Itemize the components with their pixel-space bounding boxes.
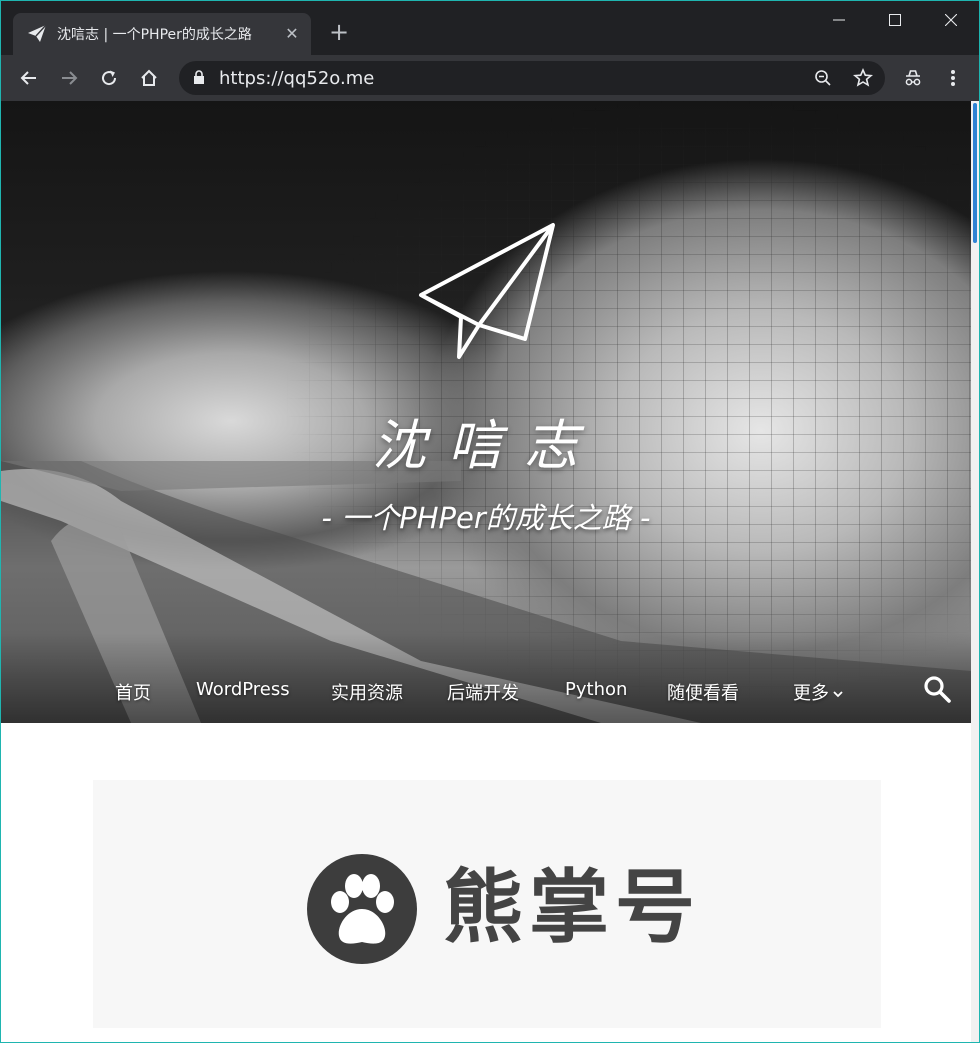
nav-item-backend[interactable]: 后端开发 <box>447 679 519 705</box>
forward-button[interactable] <box>53 62 85 94</box>
scrollbar-thumb[interactable] <box>973 103 977 243</box>
close-window-button[interactable] <box>923 5 979 35</box>
kebab-menu-icon <box>951 70 955 86</box>
maximize-button[interactable] <box>867 5 923 35</box>
reload-icon <box>102 70 117 86</box>
maximize-icon <box>889 14 901 26</box>
nav-item-more[interactable]: 更多 <box>793 679 843 705</box>
new-tab-button[interactable]: + <box>327 20 351 45</box>
nav-item-resources[interactable]: 实用资源 <box>331 679 403 705</box>
browser-toolbar: https://qq52o.me <box>1 55 979 101</box>
xiongzhanghao-banner[interactable]: 熊掌号 <box>93 780 881 1028</box>
paper-plane-logo-icon <box>419 223 555 359</box>
forward-arrow-icon <box>62 71 78 85</box>
zoom-out-icon[interactable] <box>811 66 835 90</box>
nav-item-home[interactable]: 首页 <box>115 679 151 705</box>
home-button[interactable] <box>133 62 165 94</box>
home-icon <box>141 69 157 86</box>
menu-button[interactable] <box>937 62 969 94</box>
close-icon <box>945 14 957 26</box>
nav-item-wordpress[interactable]: WordPress <box>196 679 290 700</box>
url-text[interactable]: https://qq52o.me <box>219 68 374 89</box>
hero-header: 沈唁志 - 一个PHPer的成长之路 - 首页 WordPress 实用资源 后… <box>1 101 971 723</box>
lock-icon <box>193 70 205 90</box>
main-navigation: 首页 WordPress 实用资源 后端开发 Python 随便看看 更多 <box>1 669 971 713</box>
page-scrollbar[interactable] <box>971 101 979 1042</box>
incognito-extension-button[interactable] <box>897 62 929 94</box>
browser-tab[interactable]: 沈唁志 | 一个PHPer的成长之路 ✕ <box>13 13 311 55</box>
tab-close-icon[interactable]: ✕ <box>283 25 301 43</box>
title-bar: 沈唁志 | 一个PHPer的成长之路 ✕ + <box>1 1 979 55</box>
paw-icon <box>307 854 417 964</box>
page-viewport: 沈唁志 - 一个PHPer的成长之路 - 首页 WordPress 实用资源 后… <box>1 101 979 1042</box>
back-arrow-icon <box>20 71 36 85</box>
search-icon[interactable] <box>921 673 953 705</box>
address-bar[interactable]: https://qq52o.me <box>179 61 885 95</box>
chevron-down-icon <box>833 691 843 698</box>
reload-button[interactable] <box>93 62 125 94</box>
banner-text: 熊掌号 <box>443 861 701 954</box>
bookmark-star-icon[interactable] <box>851 66 875 90</box>
back-button[interactable] <box>13 62 45 94</box>
minimize-icon <box>833 19 845 21</box>
paper-plane-favicon-icon <box>27 24 47 44</box>
browser-window: 沈唁志 | 一个PHPer的成长之路 ✕ + https://qq52o.me … <box>0 0 980 1043</box>
nav-item-random[interactable]: 随便看看 <box>667 679 739 705</box>
incognito-icon <box>905 70 921 86</box>
site-title[interactable]: 沈唁志 <box>1 401 971 480</box>
nav-item-python[interactable]: Python <box>565 679 627 700</box>
minimize-button[interactable] <box>811 5 867 35</box>
tab-title: 沈唁志 | 一个PHPer的成长之路 <box>57 27 252 43</box>
nav-more-label: 更多 <box>793 683 829 704</box>
site-tagline: - 一个PHPer的成长之路 - <box>321 501 651 535</box>
